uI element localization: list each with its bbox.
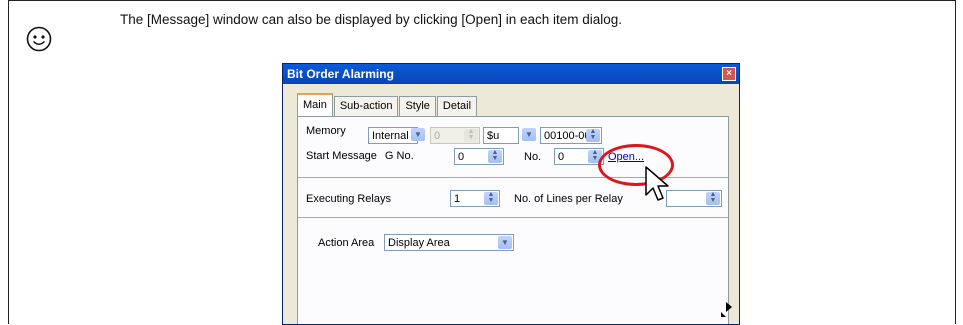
memory-prefix-select[interactable]: $u xyxy=(483,127,519,144)
executing-relays-value: 1 xyxy=(454,192,461,205)
memory-address-value: 00100-00 xyxy=(544,129,591,142)
action-area-value: Display Area xyxy=(388,236,450,249)
no-label: No. xyxy=(524,151,542,163)
spinner-icon: ▲ ▼ xyxy=(464,128,478,142)
memory-type-value: Internal xyxy=(372,129,409,142)
gno-stepper[interactable]: 0 ▲ ▼ xyxy=(454,148,504,165)
chevron-down-icon: ▼ xyxy=(411,128,425,141)
spinner-icon[interactable]: ▲ ▼ xyxy=(484,191,498,205)
spinner-icon[interactable]: ▲ ▼ xyxy=(586,128,600,142)
dialog-titlebar[interactable]: Bit Order Alarming × xyxy=(283,64,739,84)
tip-text: The [Message] window can also be display… xyxy=(120,12,623,27)
tab-detail[interactable]: Detail xyxy=(436,96,478,116)
memory-address-stepper[interactable]: 00100-00 ▲ ▼ xyxy=(540,127,602,144)
tab-main[interactable]: Main xyxy=(297,93,333,116)
lines-per-relay-label: No. of Lines per Relay xyxy=(514,193,623,205)
tab-strip: Main Sub-action Style Detail xyxy=(297,93,478,116)
lines-per-relay-stepper[interactable]: ▲ ▼ xyxy=(666,190,722,207)
gno-value: 0 xyxy=(458,150,465,163)
resize-grip-icon xyxy=(721,302,732,317)
start-message-label: Start Message xyxy=(306,150,377,162)
dialog-title: Bit Order Alarming xyxy=(287,67,394,81)
executing-relays-stepper[interactable]: 1 ▲ ▼ xyxy=(450,190,500,207)
no-value: 0 xyxy=(558,150,565,163)
start-message-row: Start Message G No. xyxy=(306,150,414,162)
memory-type-dropdown[interactable]: ▼ xyxy=(410,127,426,144)
spinner-icon[interactable]: ▲ ▼ xyxy=(488,149,502,163)
main-tab-panel: Memory Internal ▼ 0 ▲ ▼ $u ▼ 00100-00 ▲ ▼ … xyxy=(297,116,729,324)
close-button[interactable]: × xyxy=(722,67,736,81)
memory-label: Memory xyxy=(306,125,346,137)
divider xyxy=(298,217,728,219)
executing-relays-label: Executing Relays xyxy=(306,193,391,205)
memory-index-value: 0 xyxy=(434,129,441,142)
chevron-down-icon: ▼ xyxy=(498,236,512,249)
spinner-icon[interactable]: ▲ ▼ xyxy=(706,191,720,205)
gno-label: G No. xyxy=(384,150,414,162)
memory-row: Memory xyxy=(306,125,356,137)
chevron-down-icon: ▼ xyxy=(522,128,536,141)
mouse-pointer-icon xyxy=(645,166,669,201)
tab-sub-action[interactable]: Sub-action xyxy=(333,96,399,116)
memory-prefix-dropdown[interactable]: ▼ xyxy=(521,127,537,144)
smiley-icon xyxy=(26,26,52,52)
tab-style[interactable]: Style xyxy=(399,96,436,116)
memory-index-stepper: 0 ▲ ▼ xyxy=(430,127,480,144)
memory-prefix-value: $u xyxy=(487,129,500,142)
action-area-select[interactable]: Display Area ▼ xyxy=(384,234,514,251)
no-stepper[interactable]: 0 ▲ ▼ xyxy=(554,148,604,165)
action-area-label: Action Area xyxy=(318,237,375,249)
